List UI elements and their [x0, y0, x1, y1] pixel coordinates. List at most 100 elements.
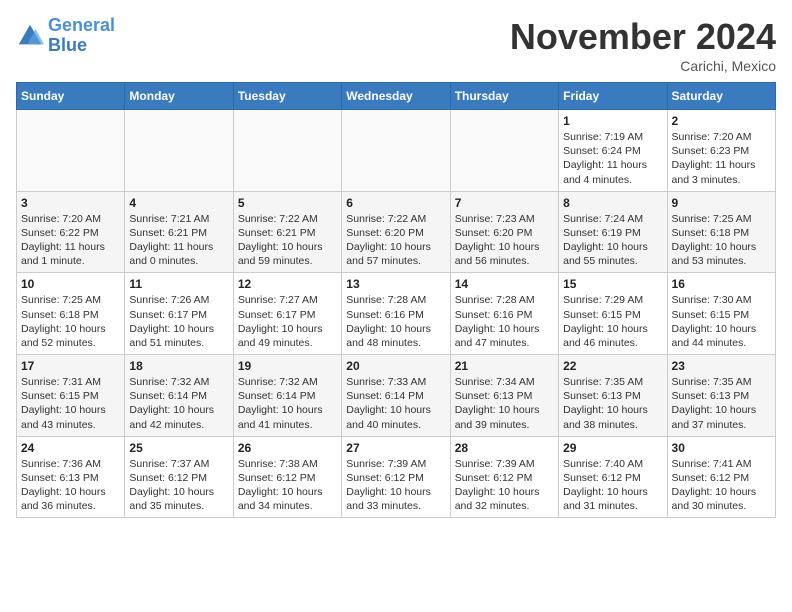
calendar-cell: 28 Sunrise: 7:39 AM Sunset: 6:12 PM Dayli…	[450, 436, 558, 518]
calendar-cell: 26 Sunrise: 7:38 AM Sunset: 6:12 PM Dayli…	[233, 436, 341, 518]
day-number: 27	[346, 441, 445, 455]
day-info: Sunrise: 7:25 AM Sunset: 6:18 PM Dayligh…	[21, 293, 120, 350]
logo-line2: Blue	[48, 35, 87, 55]
calendar-cell: 5Sunrise: 7:22 AM Sunset: 6:21 PM Daylig…	[233, 191, 341, 273]
calendar-cell: 12 Sunrise: 7:27 AM Sunset: 6:17 PM Dayli…	[233, 273, 341, 355]
day-info: Sunrise: 7:21 AM Sunset: 6:21 PM Dayligh…	[129, 212, 228, 269]
calendar-cell	[342, 110, 450, 192]
calendar-cell	[125, 110, 233, 192]
day-info: Sunrise: 7:35 AM Sunset: 6:13 PM Dayligh…	[563, 375, 662, 432]
day-number: 9	[672, 196, 771, 210]
calendar-cell: 23 Sunrise: 7:35 AM Sunset: 6:13 PM Dayli…	[667, 355, 775, 437]
calendar-cell	[450, 110, 558, 192]
day-info: Sunrise: 7:19 AM Sunset: 6:24 PM Dayligh…	[563, 130, 662, 187]
calendar-cell: 21 Sunrise: 7:34 AM Sunset: 6:13 PM Dayli…	[450, 355, 558, 437]
day-info: Sunrise: 7:35 AM Sunset: 6:13 PM Dayligh…	[672, 375, 771, 432]
day-info: Sunrise: 7:36 AM Sunset: 6:13 PM Dayligh…	[21, 457, 120, 514]
calendar-cell: 25Sunrise: 7:37 AM Sunset: 6:12 PM Dayli…	[125, 436, 233, 518]
day-number: 3	[21, 196, 120, 210]
day-number: 1	[563, 114, 662, 128]
day-number: 21	[455, 359, 554, 373]
calendar-cell	[233, 110, 341, 192]
day-number: 22	[563, 359, 662, 373]
day-info: Sunrise: 7:20 AM Sunset: 6:22 PM Dayligh…	[21, 212, 120, 269]
day-number: 10	[21, 277, 120, 291]
day-number: 2	[672, 114, 771, 128]
day-info: Sunrise: 7:24 AM Sunset: 6:19 PM Dayligh…	[563, 212, 662, 269]
day-number: 23	[672, 359, 771, 373]
day-info: Sunrise: 7:26 AM Sunset: 6:17 PM Dayligh…	[129, 293, 228, 350]
day-number: 18	[129, 359, 228, 373]
calendar-cell: 18Sunrise: 7:32 AM Sunset: 6:14 PM Dayli…	[125, 355, 233, 437]
calendar-cell: 22 Sunrise: 7:35 AM Sunset: 6:13 PM Dayli…	[559, 355, 667, 437]
month-title: November 2024	[510, 16, 776, 58]
calendar-cell: 3 Sunrise: 7:20 AM Sunset: 6:22 PM Daylig…	[17, 191, 125, 273]
calendar-cell: 6 Sunrise: 7:22 AM Sunset: 6:20 PM Daylig…	[342, 191, 450, 273]
day-number: 8	[563, 196, 662, 210]
day-info: Sunrise: 7:25 AM Sunset: 6:18 PM Dayligh…	[672, 212, 771, 269]
day-number: 25	[129, 441, 228, 455]
calendar-cell: 8 Sunrise: 7:24 AM Sunset: 6:19 PM Daylig…	[559, 191, 667, 273]
logo: General Blue	[16, 16, 115, 56]
day-info: Sunrise: 7:31 AM Sunset: 6:15 PM Dayligh…	[21, 375, 120, 432]
day-number: 15	[563, 277, 662, 291]
calendar-cell: 7 Sunrise: 7:23 AM Sunset: 6:20 PM Daylig…	[450, 191, 558, 273]
day-number: 12	[238, 277, 337, 291]
calendar-cell	[17, 110, 125, 192]
day-info: Sunrise: 7:28 AM Sunset: 6:16 PM Dayligh…	[455, 293, 554, 350]
location: Carichi, Mexico	[510, 58, 776, 74]
day-info: Sunrise: 7:40 AM Sunset: 6:12 PM Dayligh…	[563, 457, 662, 514]
logo-text: General Blue	[48, 16, 115, 56]
day-number: 20	[346, 359, 445, 373]
calendar-cell: 30Sunrise: 7:41 AM Sunset: 6:12 PM Dayli…	[667, 436, 775, 518]
day-info: Sunrise: 7:33 AM Sunset: 6:14 PM Dayligh…	[346, 375, 445, 432]
day-number: 5	[238, 196, 337, 210]
day-number: 13	[346, 277, 445, 291]
day-info: Sunrise: 7:20 AM Sunset: 6:23 PM Dayligh…	[672, 130, 771, 187]
calendar-cell: 20 Sunrise: 7:33 AM Sunset: 6:14 PM Dayli…	[342, 355, 450, 437]
calendar-week-row: 3 Sunrise: 7:20 AM Sunset: 6:22 PM Daylig…	[17, 191, 776, 273]
day-info: Sunrise: 7:22 AM Sunset: 6:20 PM Dayligh…	[346, 212, 445, 269]
day-info: Sunrise: 7:34 AM Sunset: 6:13 PM Dayligh…	[455, 375, 554, 432]
day-number: 30	[672, 441, 771, 455]
day-number: 6	[346, 196, 445, 210]
day-info: Sunrise: 7:27 AM Sunset: 6:17 PM Dayligh…	[238, 293, 337, 350]
weekday-header-saturday: Saturday	[667, 83, 775, 110]
logo-icon	[16, 22, 44, 50]
calendar-cell: 24Sunrise: 7:36 AM Sunset: 6:13 PM Dayli…	[17, 436, 125, 518]
calendar-week-row: 24Sunrise: 7:36 AM Sunset: 6:13 PM Dayli…	[17, 436, 776, 518]
calendar-cell: 15 Sunrise: 7:29 AM Sunset: 6:15 PM Dayli…	[559, 273, 667, 355]
calendar-cell: 4 Sunrise: 7:21 AM Sunset: 6:21 PM Daylig…	[125, 191, 233, 273]
calendar: SundayMondayTuesdayWednesdayThursdayFrid…	[16, 82, 776, 518]
day-number: 28	[455, 441, 554, 455]
calendar-cell: 2 Sunrise: 7:20 AM Sunset: 6:23 PM Daylig…	[667, 110, 775, 192]
calendar-cell: 11 Sunrise: 7:26 AM Sunset: 6:17 PM Dayli…	[125, 273, 233, 355]
page-header: General Blue November 2024 Carichi, Mexi…	[16, 16, 776, 74]
weekday-header-row: SundayMondayTuesdayWednesdayThursdayFrid…	[17, 83, 776, 110]
calendar-cell: 14 Sunrise: 7:28 AM Sunset: 6:16 PM Dayli…	[450, 273, 558, 355]
calendar-cell: 17 Sunrise: 7:31 AM Sunset: 6:15 PM Dayli…	[17, 355, 125, 437]
day-info: Sunrise: 7:23 AM Sunset: 6:20 PM Dayligh…	[455, 212, 554, 269]
day-number: 11	[129, 277, 228, 291]
weekday-header-wednesday: Wednesday	[342, 83, 450, 110]
day-number: 26	[238, 441, 337, 455]
calendar-cell: 1 Sunrise: 7:19 AM Sunset: 6:24 PM Daylig…	[559, 110, 667, 192]
day-number: 4	[129, 196, 228, 210]
day-number: 14	[455, 277, 554, 291]
weekday-header-monday: Monday	[125, 83, 233, 110]
calendar-week-row: 10 Sunrise: 7:25 AM Sunset: 6:18 PM Dayli…	[17, 273, 776, 355]
day-info: Sunrise: 7:39 AM Sunset: 6:12 PM Dayligh…	[455, 457, 554, 514]
day-info: Sunrise: 7:38 AM Sunset: 6:12 PM Dayligh…	[238, 457, 337, 514]
day-number: 17	[21, 359, 120, 373]
day-number: 16	[672, 277, 771, 291]
calendar-cell: 16Sunrise: 7:30 AM Sunset: 6:15 PM Dayli…	[667, 273, 775, 355]
calendar-cell: 27 Sunrise: 7:39 AM Sunset: 6:12 PM Dayli…	[342, 436, 450, 518]
weekday-header-friday: Friday	[559, 83, 667, 110]
day-number: 7	[455, 196, 554, 210]
title-area: November 2024 Carichi, Mexico	[510, 16, 776, 74]
day-info: Sunrise: 7:39 AM Sunset: 6:12 PM Dayligh…	[346, 457, 445, 514]
day-info: Sunrise: 7:29 AM Sunset: 6:15 PM Dayligh…	[563, 293, 662, 350]
day-number: 19	[238, 359, 337, 373]
weekday-header-sunday: Sunday	[17, 83, 125, 110]
calendar-cell: 29Sunrise: 7:40 AM Sunset: 6:12 PM Dayli…	[559, 436, 667, 518]
